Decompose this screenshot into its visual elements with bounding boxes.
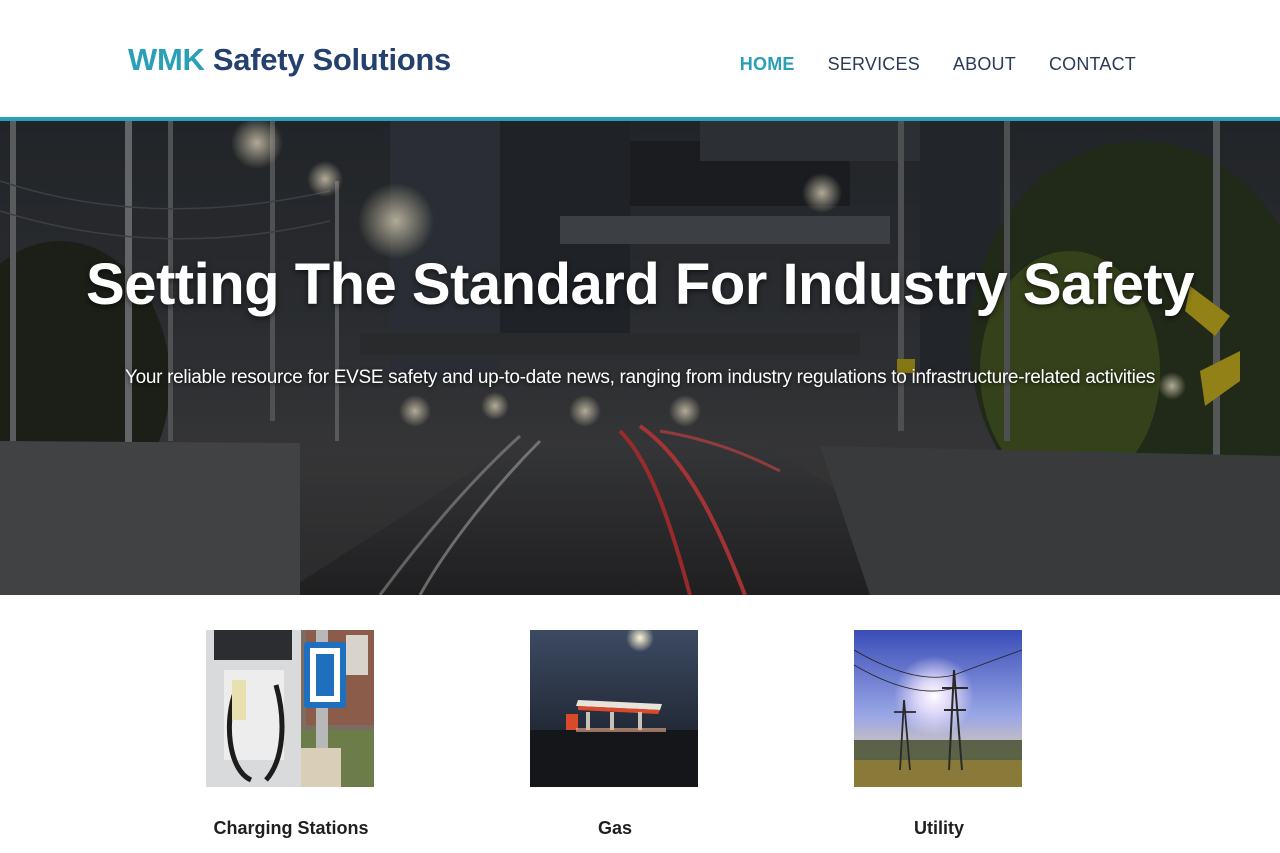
service-card-utility[interactable]: Utility xyxy=(854,630,1024,838)
card-caption-utility[interactable]: Utility xyxy=(814,818,1064,839)
gas-station-image[interactable] xyxy=(530,630,698,787)
hero-title: Setting The Standard For Industry Safety xyxy=(86,252,1194,317)
nav-about[interactable]: ABOUT xyxy=(953,54,1016,75)
logo-main-text: Safety Solutions xyxy=(212,42,451,77)
service-card-gas[interactable]: Gas xyxy=(530,630,700,838)
hero-subtitle: Your reliable resource for EVSE safety a… xyxy=(124,367,1156,388)
card-caption-gas[interactable]: Gas xyxy=(490,818,740,839)
hero-banner: Setting The Standard For Industry Safety… xyxy=(0,121,1280,595)
service-card-charging-stations[interactable]: Charging Stations xyxy=(206,630,376,838)
site-header: WMK Safety Solutions HOME SERVICES ABOUT… xyxy=(0,0,1280,118)
card-caption-charging-stations[interactable]: Charging Stations xyxy=(166,818,416,839)
charging-station-image[interactable] xyxy=(206,630,374,787)
utility-powerlines-image[interactable] xyxy=(854,630,1022,787)
nav-contact[interactable]: CONTACT xyxy=(1049,54,1136,75)
site-logo[interactable]: WMK Safety Solutions xyxy=(128,42,451,78)
logo-accent-text: WMK xyxy=(128,42,205,77)
nav-services[interactable]: SERVICES xyxy=(828,54,920,75)
nav-home[interactable]: HOME xyxy=(740,54,795,75)
hero-background-image xyxy=(0,121,1280,595)
main-nav: HOME SERVICES ABOUT CONTACT xyxy=(740,54,1136,75)
